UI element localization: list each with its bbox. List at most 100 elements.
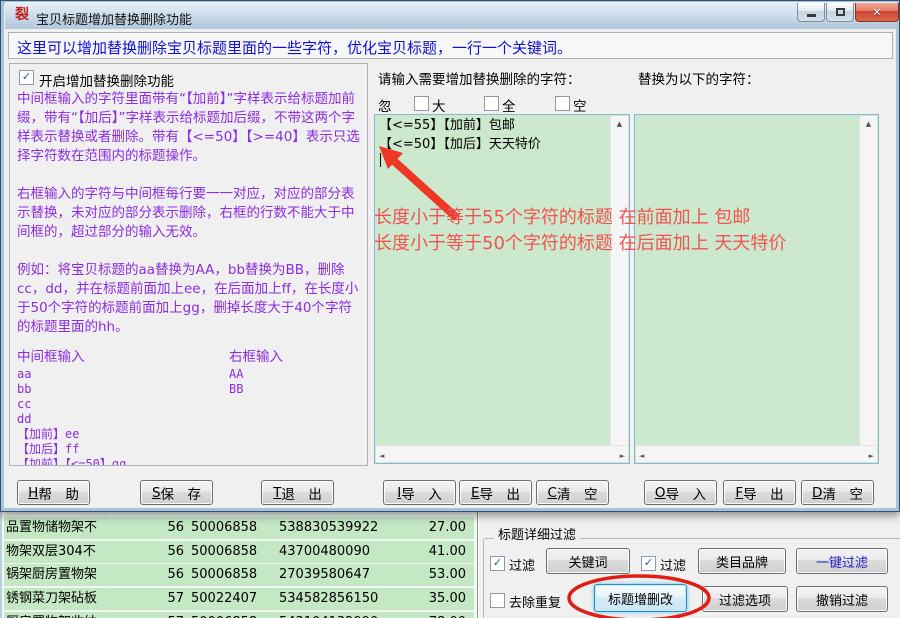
keyword-button[interactable]: 关键词	[546, 548, 630, 574]
minimize-icon	[807, 14, 816, 17]
example-line: aa	[17, 367, 229, 382]
one-key-filter-button[interactable]: 一键过滤	[796, 548, 888, 574]
main-app-bottom: 品置物储物架不 56 50006858 538830539922 27.00 物…	[0, 512, 900, 618]
undo-filter-button[interactable]: 撤销过滤	[796, 586, 888, 612]
titlebar[interactable]: 裂 宝贝标题增加替换删除功能 ✕	[5, 2, 897, 29]
cell-price: 35.00	[382, 588, 466, 610]
save-button[interactable]: S保 存	[140, 480, 213, 505]
example-columns: 中间框输入 aa bb cc dd 【加前】ee 【加后】ff 【加前】【<=5…	[17, 347, 360, 466]
source-line: 【<=55】【加前】包邮	[379, 118, 629, 134]
cell-count: 56	[107, 517, 184, 539]
example-mid-column: 中间框输入 aa bb cc dd 【加前】ee 【加后】ff 【加前】【<=5…	[17, 347, 229, 466]
ignore-width-checkbox[interactable]	[484, 96, 499, 111]
product-table: 品置物储物架不 56 50006858 538830539922 27.00 物…	[0, 512, 479, 618]
cell-price: 53.00	[382, 564, 466, 586]
scroll-up-icon[interactable]	[611, 116, 628, 132]
cell-title: 品置物储物架不	[6, 517, 105, 539]
help-paragraph-1: 中间框输入的字符里面带有“【加前】”字样表示给标题加前缀，带有“【加后】”字样表…	[17, 90, 360, 166]
table-row[interactable]: 品置物储物架不 56 50006858 538830539922 27.00	[4, 517, 474, 539]
table-row[interactable]: 厨房置物架收纳 57 50006858 543104132990 78.00	[4, 612, 474, 618]
clear-replace-button[interactable]: D清 空	[801, 480, 874, 505]
app-icon: 裂	[15, 7, 31, 23]
title-edit-button[interactable]: 标题增删改	[594, 584, 687, 612]
ignore-space-checkbox[interactable]	[555, 96, 570, 111]
horizontal-scrollbar[interactable]	[376, 445, 628, 462]
ignore-case-checkbox[interactable]	[414, 96, 429, 111]
cell-category-id: 50006858	[191, 612, 277, 618]
filter1-label: 过滤	[509, 555, 535, 574]
cell-category-id: 50006858	[191, 564, 277, 586]
panel-divider	[477, 512, 479, 618]
title-edit-dialog: 裂 宝贝标题增加替换删除功能 ✕ 这里可以增加替换删除宝贝标题里面的一些字符，优…	[0, 0, 900, 512]
cell-price: 78.00	[382, 612, 466, 618]
cell-title: 物架双层304不	[6, 541, 105, 563]
replace-header: 替换为以下的字符：	[638, 68, 760, 88]
middle-input-header: 请输入需要增加替换删除的字符：	[378, 68, 581, 88]
maximize-icon	[836, 8, 845, 16]
help-paragraph-3: 例如：将宝贝标题的aa替换为AA，bb替换为BB，删除cc，dd，并在标题前面加…	[17, 261, 360, 337]
table-row[interactable]: 锅架厨房置物架 56 50006858 27039580647 53.00	[4, 564, 474, 586]
filter1-checkbox[interactable]	[490, 556, 505, 571]
filter2-label: 过滤	[660, 555, 686, 574]
scroll-up-icon[interactable]	[860, 116, 877, 132]
annotation-line-2: 长度小于等于50个字符的标题 在后面加上 天天特价	[374, 229, 786, 255]
example-line: 【加前】ee	[17, 427, 229, 442]
import-replace-button[interactable]: O导 入	[644, 480, 717, 505]
cell-category-id: 50006858	[191, 517, 277, 539]
cell-price: 41.00	[382, 541, 466, 563]
close-button[interactable]: ✕	[855, 3, 899, 22]
help-button[interactable]: H帮 助	[17, 480, 90, 505]
dedupe-checkbox[interactable]	[490, 593, 505, 608]
example-line: 【加后】ff	[17, 442, 229, 457]
vertical-scrollbar[interactable]	[610, 116, 628, 445]
cell-item-id: 43700480090	[279, 541, 399, 563]
vertical-scrollbar[interactable]	[859, 116, 877, 445]
subtitle-text: 这里可以增加替换删除宝贝标题里面的一些字符，优化宝贝标题，一行一个关键词。	[17, 37, 572, 58]
table-row[interactable]: 锈钢菜刀架砧板 57 50022407 534582856150 35.00	[4, 588, 474, 610]
text-caret	[380, 153, 381, 167]
cell-count: 56	[107, 541, 184, 563]
enable-label: 开启增加替换删除功能	[39, 70, 174, 90]
replace-textarea[interactable]	[634, 114, 879, 464]
example-line: 【加前】【<=50】gg	[17, 457, 229, 466]
export-source-button[interactable]: E导 出	[459, 480, 532, 505]
category-brand-button[interactable]: 类目品牌	[698, 548, 786, 574]
cell-price: 27.00	[382, 517, 466, 539]
filter-options-button[interactable]: 过滤选项	[702, 586, 788, 612]
enable-checkbox[interactable]	[19, 70, 34, 85]
minimize-button[interactable]	[797, 3, 825, 22]
source-line: 【<=50】【加后】天天特价	[379, 137, 629, 153]
maximize-button[interactable]	[826, 3, 854, 22]
scroll-right-icon[interactable]	[620, 447, 625, 462]
example-line: AA	[229, 367, 283, 382]
cell-category-id: 50022407	[191, 588, 277, 610]
import-source-button[interactable]: I导 入	[383, 480, 456, 505]
cell-item-id: 538830539922	[279, 517, 399, 539]
export-replace-button[interactable]: F导 出	[723, 480, 796, 505]
example-line: BB	[229, 382, 283, 397]
scroll-left-icon[interactable]	[379, 447, 384, 462]
example-line: cc	[17, 397, 229, 412]
cell-item-id: 543104132990	[279, 612, 399, 618]
example-right-column: 右框输入 AA BB	[229, 347, 283, 466]
cell-title: 锈钢菜刀架砧板	[6, 588, 105, 610]
scroll-right-icon[interactable]	[869, 447, 874, 462]
cell-item-id: 27039580647	[279, 564, 399, 586]
help-paragraph-2: 右框输入的字符与中间框每行要一一对应，对应的部分表示替换，未对应的部分表示删除，…	[17, 185, 360, 242]
table-row[interactable]: 物架双层304不 56 50006858 43700480090 41.00	[4, 541, 474, 563]
cell-category-id: 50006858	[191, 541, 277, 563]
source-textarea[interactable]: 【<=55】【加前】包邮 【<=50】【加后】天天特价	[374, 114, 630, 464]
cell-title: 锅架厨房置物架	[6, 564, 105, 586]
cell-count: 57	[107, 588, 184, 610]
filter2-checkbox[interactable]	[641, 556, 656, 571]
cell-count: 57	[107, 612, 184, 618]
horizontal-scrollbar[interactable]	[636, 445, 877, 462]
instructions-panel: 开启增加替换删除功能 中间框输入的字符里面带有“【加前】”字样表示给标题加前缀，…	[9, 63, 368, 466]
annotation-line-1: 长度小于等于55个字符的标题 在前面加上 包邮	[374, 203, 750, 229]
example-right-header: 右框输入	[229, 347, 283, 367]
close-icon: ✕	[872, 6, 881, 19]
exit-button[interactable]: T退 出	[261, 480, 334, 505]
clear-source-button[interactable]: C清 空	[536, 480, 609, 505]
screen: 品置物储物架不 56 50006858 538830539922 27.00 物…	[0, 0, 900, 618]
scroll-left-icon[interactable]	[639, 447, 644, 462]
